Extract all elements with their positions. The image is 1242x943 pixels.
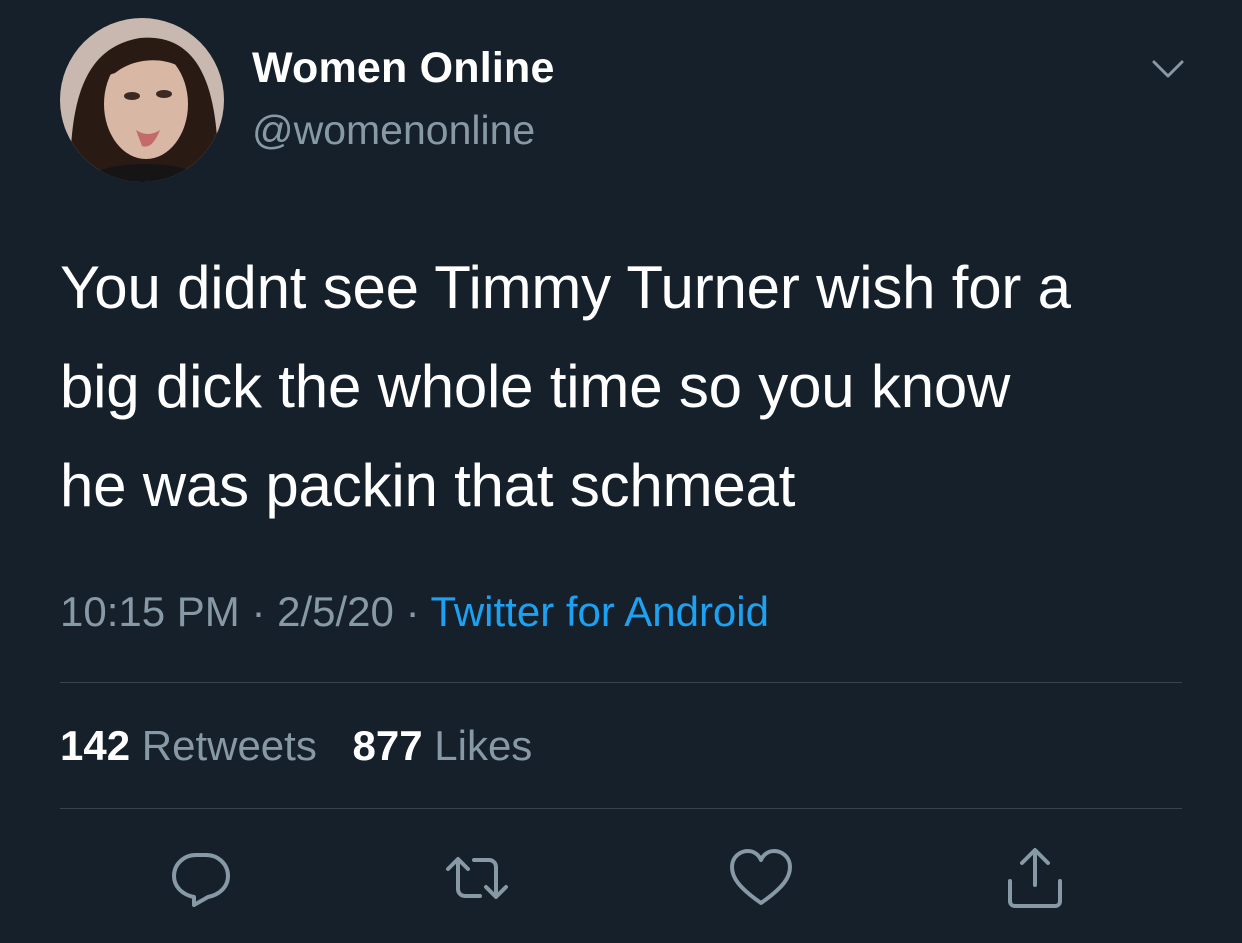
tweet-text: You didnt see Timmy Turner wish for a bi… — [60, 238, 1200, 535]
likes-count: 877 — [352, 722, 423, 769]
retweets-label: Retweets — [141, 722, 317, 769]
chevron-down-icon[interactable] — [1148, 50, 1188, 90]
share-button[interactable] — [1002, 845, 1068, 911]
reply-button[interactable] — [168, 845, 234, 911]
divider — [60, 682, 1182, 683]
tweet-source-link[interactable]: Twitter for Android — [431, 588, 769, 635]
meta-separator: · — [405, 588, 420, 635]
tweet-detail: Women Online @womenonline You didnt see … — [0, 0, 1242, 943]
retweets-count: 142 — [60, 722, 131, 769]
tweet-time: 10:15 PM — [60, 588, 240, 635]
reply-icon — [172, 853, 230, 907]
tweet-metadata: 10:15 PM · 2/5/20 · Twitter for Android — [60, 588, 769, 636]
avatar[interactable] — [60, 18, 224, 182]
tweet-text-line: he was packin that schmeat — [60, 452, 796, 519]
author-handle[interactable]: @womenonline — [252, 107, 535, 154]
likes-label: Likes — [434, 722, 533, 769]
share-icon — [1008, 848, 1062, 908]
retweets-stat[interactable]: 142 Retweets — [60, 722, 329, 769]
retweet-button[interactable] — [444, 845, 510, 911]
tweet-date: 2/5/20 — [277, 588, 394, 635]
retweet-icon — [446, 857, 508, 899]
avatar-photo — [60, 18, 224, 182]
heart-icon — [730, 849, 792, 905]
likes-stat[interactable]: 877 Likes — [353, 722, 533, 769]
like-button[interactable] — [728, 845, 794, 911]
engagement-stats: 142 Retweets 877 Likes — [60, 722, 532, 770]
tweet-text-line: You didnt see Timmy Turner wish for a — [60, 254, 1071, 321]
author-display-name[interactable]: Women Online — [252, 44, 555, 93]
divider — [60, 808, 1182, 809]
tweet-text-line: big dick the whole time so you know — [60, 353, 1011, 420]
meta-separator: · — [251, 588, 266, 635]
